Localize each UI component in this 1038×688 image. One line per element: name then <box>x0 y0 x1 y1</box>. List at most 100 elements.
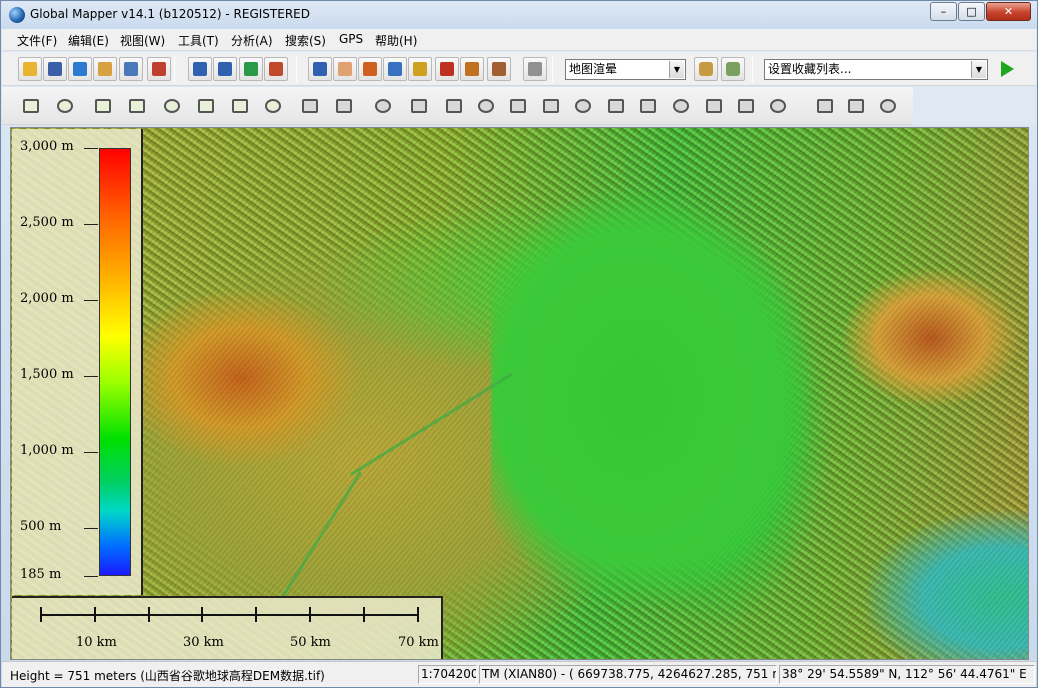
status-height: Height = 751 meters (山西省谷歌地球高程DEM数据.tif) <box>10 669 325 683</box>
chevron-down-icon[interactable]: ▼ <box>971 61 986 78</box>
fill-button[interactable] <box>731 91 759 121</box>
crop-button[interactable] <box>810 91 838 121</box>
create-line-button[interactable] <box>50 91 78 121</box>
document-icon <box>98 62 112 76</box>
shape-tool-button[interactable] <box>439 91 467 121</box>
minimize-button[interactable]: – <box>930 2 957 21</box>
scale-button[interactable] <box>633 91 661 121</box>
open-folder-button[interactable] <box>18 57 42 81</box>
feature-info-button[interactable] <box>383 57 407 81</box>
cut-area-icon <box>543 99 559 113</box>
menu-gps[interactable]: GPS <box>339 32 363 46</box>
connect-icon <box>478 99 494 113</box>
3d-view-button[interactable] <box>721 57 745 81</box>
save-button[interactable] <box>43 57 67 81</box>
scale-tick <box>416 607 419 622</box>
toolbar-separator <box>296 56 297 82</box>
reshape-button[interactable] <box>503 91 531 121</box>
legend-tick <box>84 148 98 149</box>
undo-button[interactable] <box>841 91 869 121</box>
status-bar: Height = 751 meters (山西省谷歌地球高程DEM数据.tif)… <box>2 661 1036 687</box>
maximize-button[interactable]: □ <box>958 2 985 21</box>
buffer-button[interactable] <box>225 91 253 121</box>
globe-icon <box>9 7 25 23</box>
menu-help[interactable]: 帮助(H) <box>375 32 417 49</box>
legend-tick <box>84 224 98 226</box>
close-button[interactable]: ✕ <box>986 2 1031 21</box>
redo-button[interactable] <box>873 91 901 121</box>
offset-button[interactable] <box>699 91 727 121</box>
menu-view[interactable]: 视图(W) <box>120 32 165 49</box>
menu-tools[interactable]: 工具(T) <box>178 32 219 49</box>
favorites-select[interactable]: 设置收藏列表... ▼ <box>764 59 988 80</box>
layer-control-button[interactable] <box>119 57 143 81</box>
square-icon <box>673 99 689 113</box>
edit-vertex-button[interactable] <box>157 91 185 121</box>
code-icon <box>198 99 214 113</box>
render-mode-value: 地图渲晕 <box>569 62 618 76</box>
shader-settings-button[interactable] <box>694 57 718 81</box>
split-line-button[interactable] <box>368 91 396 121</box>
document-button[interactable] <box>93 57 117 81</box>
feature-info-icon <box>388 62 402 76</box>
tools-button[interactable] <box>147 57 171 81</box>
legend-tick <box>84 452 98 454</box>
combine-icon <box>770 99 786 113</box>
globe-icon <box>73 62 87 76</box>
smooth-button[interactable] <box>404 91 432 121</box>
scale-bar: 10 km 30 km 50 km 70 km <box>12 596 443 659</box>
dropdown-tool-icon <box>492 62 506 76</box>
legend-label: 1,000 m <box>20 443 74 459</box>
globe-button[interactable] <box>68 57 92 81</box>
connect-button[interactable] <box>471 91 499 121</box>
favorites-value: 设置收藏列表... <box>768 62 852 76</box>
menu-analysis[interactable]: 分析(A) <box>231 32 273 49</box>
square-button[interactable] <box>666 91 694 121</box>
offset-icon <box>706 99 722 113</box>
move-point-button[interactable] <box>295 91 323 121</box>
layer-control-icon <box>124 62 138 76</box>
path-profile-button[interactable] <box>408 57 432 81</box>
zoom-out-button[interactable] <box>213 57 237 81</box>
zoom-tool-icon <box>313 62 327 76</box>
home-button[interactable] <box>264 57 288 81</box>
tools-icon <box>152 62 166 76</box>
create-circle-button[interactable] <box>122 91 150 121</box>
digitizer-toolbar <box>2 87 1036 125</box>
create-point-button[interactable] <box>88 91 116 121</box>
measure-button[interactable] <box>358 57 382 81</box>
elevation-color-ramp <box>99 148 131 576</box>
render-mode-select[interactable]: 地图渲晕 ▼ <box>565 59 686 80</box>
scale-tick <box>93 607 96 622</box>
dropdown-tool-button[interactable] <box>487 57 511 81</box>
code-button[interactable] <box>191 91 219 121</box>
merge-button[interactable] <box>568 91 596 121</box>
combine-button[interactable] <box>763 91 791 121</box>
zoom-tool-button[interactable] <box>308 57 332 81</box>
scale-label: 50 km <box>290 635 331 650</box>
chevron-down-icon[interactable]: ▼ <box>669 61 684 78</box>
menu-edit[interactable]: 编辑(E) <box>68 32 109 49</box>
toolbar-empty-area <box>913 87 1036 125</box>
insert-vertex-button[interactable] <box>329 91 357 121</box>
legend-label: 500 m <box>20 519 62 535</box>
pan-hand-button[interactable] <box>333 57 357 81</box>
zoom-in-button[interactable] <box>188 57 212 81</box>
create-area-button[interactable] <box>16 91 44 121</box>
menu-file[interactable]: 文件(F) <box>17 32 57 49</box>
zoom-in-icon <box>193 62 207 76</box>
tunnel-button[interactable] <box>523 57 547 81</box>
play-icon[interactable] <box>995 57 1019 81</box>
digitizer-button[interactable] <box>460 57 484 81</box>
line-of-sight-button[interactable] <box>435 57 459 81</box>
rotate-button[interactable] <box>601 91 629 121</box>
legend-tick <box>84 576 98 577</box>
fill-icon <box>738 99 754 113</box>
grid-button[interactable] <box>258 91 286 121</box>
cut-area-button[interactable] <box>536 91 564 121</box>
map-view[interactable]: 3,000 m 2,500 m 2,000 m 1,500 m 1,000 m 500 m… <box>10 127 1029 660</box>
open-folder-icon <box>23 62 37 76</box>
full-view-button[interactable] <box>239 57 263 81</box>
scale-tick <box>309 607 311 622</box>
menu-search[interactable]: 搜索(S) <box>285 32 326 49</box>
